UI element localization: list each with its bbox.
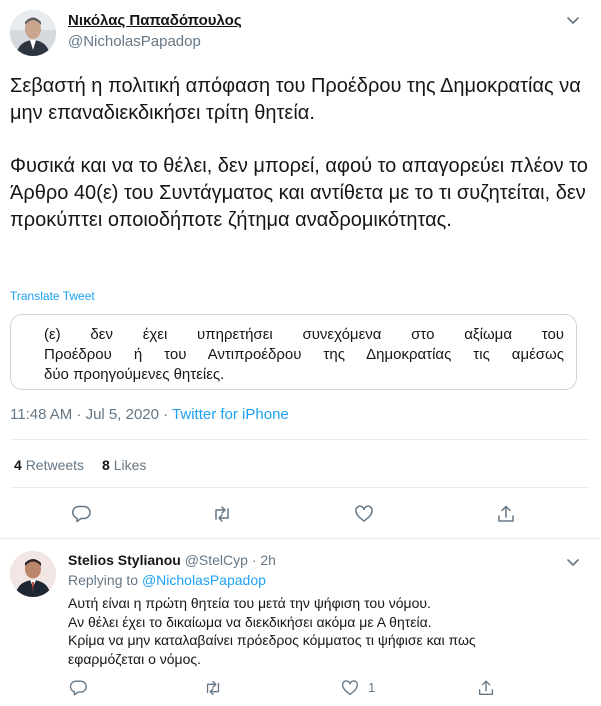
share-icon[interactable] [495,503,517,525]
quoted-line: Προέδρου ή του Αντιπροέδρου της Δημοκρατ… [44,346,564,363]
quoted-text: (ε) δεν έχει υπηρετήσει συνεχόμενα στο α… [44,325,564,385]
retweets-count: 4 [14,457,22,473]
tweet-paragraph-2: Φυσικά και να το θέλει, δεν μπορεί, αφού… [10,155,588,231]
tweet-paragraph-1: Σεβαστή η πολιτική απόφαση του Προέδρου … [10,75,581,124]
retweets-label: Retweets [25,457,85,473]
reply-line: Αυτή είναι η πρώτη θητεία του μετά την ψ… [68,595,431,611]
share-icon[interactable] [476,678,498,700]
chevron-down-icon[interactable] [563,10,583,30]
comment-icon[interactable] [68,678,90,700]
translate-tweet-link[interactable]: Translate Tweet [10,289,95,303]
heart-icon[interactable] [340,678,362,700]
likes-label: Likes [113,457,147,473]
quoted-line: δύο προηγούμενες θητείες. [44,366,225,383]
divider [10,487,590,488]
author-handle[interactable]: @NicholasPapadop [68,33,201,50]
reply-like-count: 1 [368,680,376,695]
chevron-down-icon[interactable] [563,552,583,572]
author-name[interactable]: Νικόλας Παπαδόπουλος [68,12,242,29]
timestamp[interactable]: 11:48 AM · Jul 5, 2020 · [10,406,172,423]
comment-icon[interactable] [70,503,92,525]
quoted-image[interactable]: (ε) δεν έχει υπηρετήσει συνεχόμενα στο α… [10,314,577,390]
likes-count: 8 [102,457,110,473]
reply-line: Αν θέλει έχει το δικαίωμα να διεκδικήσει… [68,613,432,630]
divider [10,439,590,440]
reply-author-name[interactable]: Stelios Stylianou [68,552,181,568]
divider [0,538,601,539]
retweet-icon[interactable] [211,503,233,525]
replying-prefix: Replying to [68,572,142,588]
author-avatar[interactable] [10,10,56,56]
retweet-icon[interactable] [203,678,225,700]
reply-time[interactable]: · 2h [248,552,276,568]
heart-icon[interactable] [353,503,375,525]
reply-header: Stelios Stylianou @StelCyp · 2h [68,552,276,568]
tweet-source[interactable]: Twitter for iPhone [172,406,289,423]
likes-stat[interactable]: 8 Likes [102,457,146,473]
tweet-text: Σεβαστή η πολιτική απόφαση του Προέδρου … [10,73,590,234]
tweet-actions [0,503,601,527]
reply-author-avatar[interactable] [10,551,56,597]
retweets-stat[interactable]: 4 Retweets [14,457,84,473]
replying-to-link[interactable]: @NicholasPapadop [142,572,266,588]
reply-text: Αυτή είναι η πρώτη θητεία του μετά την ψ… [68,594,588,668]
reply-actions [0,678,601,700]
tweet-meta: 11:48 AM · Jul 5, 2020 · Twitter for iPh… [10,406,289,423]
reply-line: Κρίμα να μην καταλαβαίνει πρόεδρος κόμμα… [68,632,476,648]
tweet-stats: 4 Retweets 8 Likes [14,457,146,473]
replying-to: Replying to @NicholasPapadop [68,572,266,588]
quoted-line: (ε) δεν έχει υπηρετήσει συνεχόμενα στο α… [44,326,564,343]
reply-author-handle[interactable]: @StelCyp [185,552,248,568]
reply-line: εφαρμόζεται ο νόμος. [68,650,202,667]
